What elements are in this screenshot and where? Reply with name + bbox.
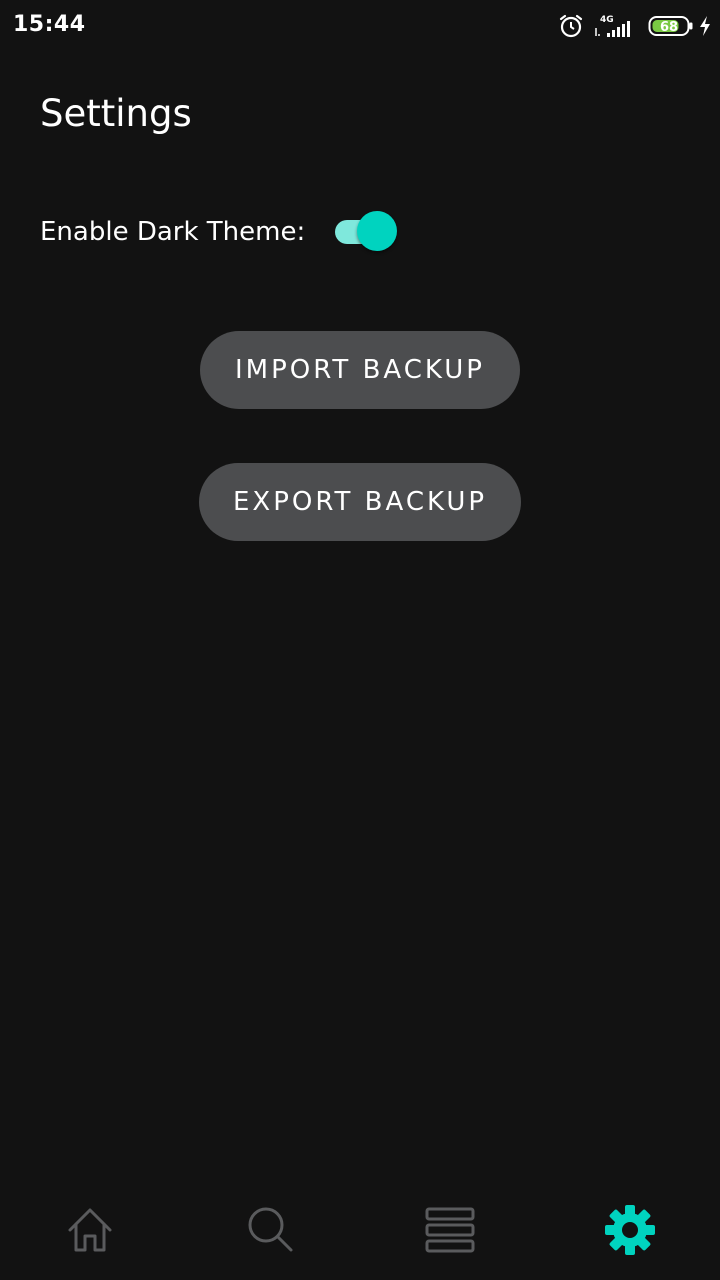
search-icon: [248, 1207, 293, 1252]
battery-icon: 68: [648, 16, 693, 36]
dark-theme-setting: Enable Dark Theme:: [40, 210, 399, 254]
toggle-thumb: [357, 211, 398, 251]
signal-icon: 4G: [595, 15, 630, 37]
status-bar: 15:44 4G 68: [0, 0, 720, 52]
nav-search[interactable]: [180, 1180, 360, 1280]
network-type-label: 4G: [600, 15, 614, 25]
dark-theme-label: Enable Dark Theme:: [40, 217, 306, 247]
alarm-icon: [559, 14, 583, 38]
settings-screen: 15:44 4G 68 Settings Enable Dark Theme: …: [0, 0, 720, 1280]
nav-settings[interactable]: [540, 1180, 720, 1280]
export-backup-button[interactable]: EXPORT BACKUP: [199, 463, 521, 541]
nav-home[interactable]: [0, 1180, 180, 1280]
dark-theme-toggle[interactable]: [333, 210, 399, 254]
gear-icon: [605, 1205, 655, 1255]
charging-icon: [700, 16, 710, 36]
page-title: Settings: [40, 92, 192, 135]
bottom-navigation: [0, 1180, 720, 1280]
status-time: 15:44: [13, 12, 86, 37]
home-icon: [68, 1208, 112, 1252]
status-icons: 4G 68: [548, 10, 712, 42]
battery-level-label: 68: [660, 20, 678, 35]
list-icon: [425, 1207, 475, 1253]
import-backup-button[interactable]: IMPORT BACKUP: [200, 331, 520, 409]
nav-list[interactable]: [360, 1180, 540, 1280]
